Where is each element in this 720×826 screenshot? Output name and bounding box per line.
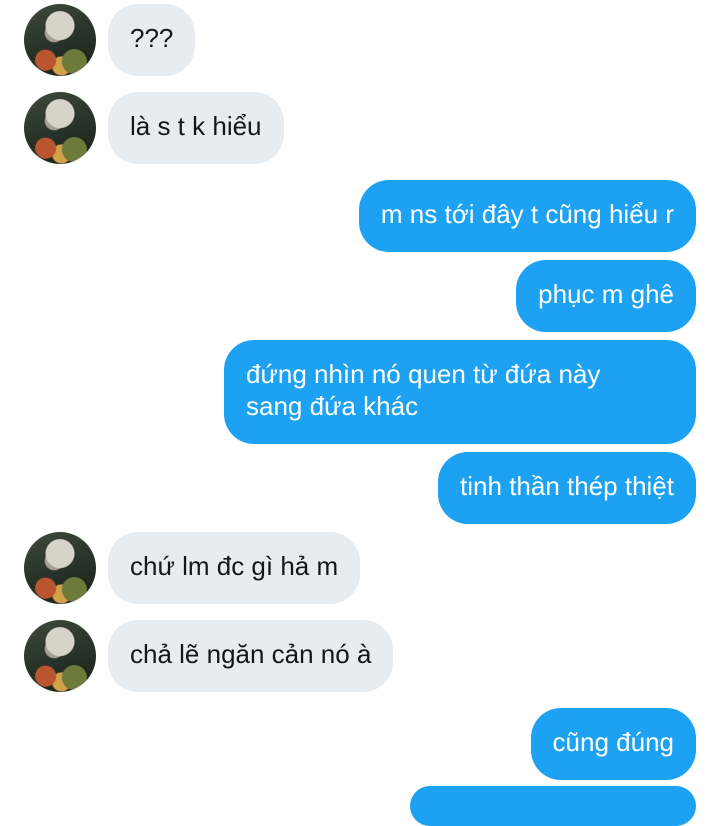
outgoing-message-bubble[interactable]: phục m ghê <box>516 260 696 332</box>
contact-avatar[interactable] <box>24 4 96 76</box>
message-text: chả lẽ ngăn cản nó à <box>130 639 372 669</box>
contact-avatar[interactable] <box>24 92 96 164</box>
incoming-message-bubble[interactable]: là s t k hiểu <box>108 92 284 164</box>
message-text-line: đứng nhìn nó quen từ đứa này <box>246 359 601 389</box>
outgoing-message-bubble[interactable]: tinh thần thép thiệt <box>438 452 696 524</box>
message-text: ??? <box>130 23 174 53</box>
message-text: cũng đúng <box>552 727 674 757</box>
message-text: chứ lm đc gì hả m <box>130 551 339 581</box>
outgoing-message-bubble-partial[interactable] <box>410 786 696 826</box>
outgoing-message-bubble[interactable]: đứng nhìn nó quen từ đứa này sang đứa kh… <box>224 340 696 444</box>
outgoing-message-bubble[interactable]: cũng đúng <box>530 708 696 780</box>
contact-avatar[interactable] <box>24 620 96 692</box>
outgoing-message-bubble[interactable]: m ns tới đây t cũng hiểu r <box>358 180 696 252</box>
message-text: tinh thần thép thiệt <box>460 471 674 501</box>
incoming-message-bubble[interactable]: chả lẽ ngăn cản nó à <box>108 620 394 692</box>
incoming-message-bubble[interactable]: ??? <box>108 4 196 76</box>
contact-avatar[interactable] <box>24 532 96 604</box>
message-text: phục m ghê <box>538 279 674 309</box>
incoming-message-bubble[interactable]: chứ lm đc gì hả m <box>108 532 361 604</box>
message-text: m ns tới đây t cũng hiểu r <box>380 199 674 229</box>
message-text-line: sang đứa khác <box>246 391 419 421</box>
message-text: là s t k hiểu <box>130 111 262 141</box>
